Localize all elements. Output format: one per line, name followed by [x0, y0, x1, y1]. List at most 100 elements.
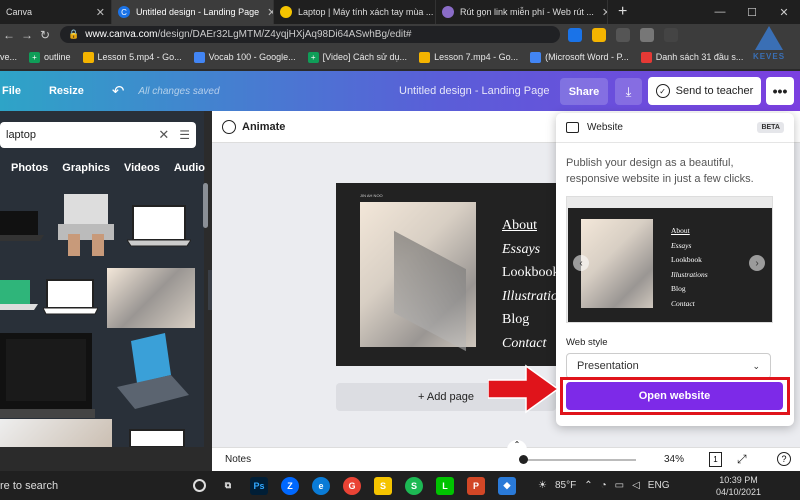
laptop-photo[interactable]: [360, 202, 476, 352]
send-to-teacher-button[interactable]: ✓ Send to teacher: [648, 77, 761, 105]
laptop-thumbnail[interactable]: [0, 276, 38, 316]
docs-icon: [530, 51, 542, 63]
more-options-icon[interactable]: •••: [766, 77, 794, 105]
drive-icon: [419, 51, 431, 63]
weather-icon[interactable]: ☀: [538, 480, 547, 491]
close-window-icon[interactable]: ✕: [768, 0, 800, 24]
maximize-icon[interactable]: ☐: [736, 0, 768, 24]
extension-icon[interactable]: [664, 27, 678, 42]
lock-icon: 🔒: [68, 29, 80, 39]
bookmark-item[interactable]: (Microsoft Word - P...: [530, 51, 629, 63]
laptop-photo-thumbnail[interactable]: [107, 268, 195, 328]
laptop-thumbnail[interactable]: [127, 202, 191, 250]
task-view-icon[interactable]: ⧉: [219, 477, 237, 495]
laptop-thumbnail[interactable]: [0, 333, 95, 418]
bookmark-label: (Microsoft Word - P...: [545, 52, 629, 62]
laptop-thumbnail[interactable]: [115, 333, 190, 418]
url-field[interactable]: 🔒 www.canva.com /design/DAEr32LgMTM/Z4yq…: [60, 26, 560, 43]
window-controls: — ☐ ✕: [704, 0, 800, 24]
extension-icon[interactable]: [640, 27, 654, 42]
page-count[interactable]: 1: [709, 452, 722, 467]
laptop-thumbnail[interactable]: [58, 194, 114, 256]
elements-panel: laptop ✕ ☰ Photos Graphics Videos Audio: [0, 111, 208, 447]
search-input[interactable]: laptop ✕ ☰: [0, 122, 196, 148]
bookmark-item[interactable]: ve...: [0, 52, 17, 62]
temperature[interactable]: 85°F: [555, 480, 576, 491]
cortana-icon[interactable]: [193, 479, 206, 492]
volume-icon[interactable]: ◁: [632, 480, 640, 491]
tab-graphics[interactable]: Graphics: [62, 162, 110, 174]
back-icon[interactable]: ←: [0, 28, 18, 42]
tab-canva[interactable]: Canva ✕: [0, 0, 112, 24]
fullscreen-icon[interactable]: ⤢: [737, 452, 747, 467]
bookmark-item[interactable]: + [Video] Cách sử dụ...: [307, 51, 407, 63]
taskbar-search[interactable]: re to search: [0, 480, 180, 492]
laptop-shape: [394, 230, 466, 352]
resize-button[interactable]: Resize: [49, 85, 84, 97]
laptop-photo-thumbnail[interactable]: [0, 419, 112, 447]
zoom-slider-handle[interactable]: [519, 455, 528, 464]
docs-icon: [193, 51, 205, 63]
tab-link-shortener[interactable]: Rút gọn link miễn phí - Web rút ... ✕: [436, 0, 608, 24]
close-tab-icon[interactable]: ✕: [88, 6, 105, 19]
panel-scrollbar[interactable]: [203, 183, 208, 228]
preview-menu: About Essays Lookbook Illustrations Blog…: [671, 224, 708, 311]
photoshop-icon[interactable]: Ps: [250, 476, 268, 495]
notes-button[interactable]: Notes: [225, 454, 251, 465]
help-icon[interactable]: ?: [777, 452, 791, 466]
undo-icon[interactable]: ↶: [112, 82, 125, 100]
preview-menu-item: Blog: [671, 284, 686, 293]
zoom-level[interactable]: 34%: [664, 454, 684, 465]
sticky-notes-icon[interactable]: S: [374, 476, 392, 495]
tab-untitled-design[interactable]: C Untitled design - Landing Page ✕: [112, 0, 274, 24]
zoom-slider[interactable]: [524, 459, 636, 461]
chevron-down-icon: ⌄: [752, 360, 760, 371]
extension-icon[interactable]: [592, 27, 606, 42]
preview-menu-item: Essays: [671, 240, 692, 250]
zalo-icon[interactable]: Z: [281, 476, 299, 495]
share-button[interactable]: Share: [560, 78, 608, 105]
minimize-icon[interactable]: —: [704, 0, 736, 24]
chrome-icon[interactable]: G: [343, 476, 361, 495]
laptop-thumbnail[interactable]: [43, 278, 98, 318]
tray-expand-icon[interactable]: ⌃: [584, 480, 592, 491]
browser-tab-strip: Canva ✕ C Untitled design - Landing Page…: [0, 0, 800, 24]
design-title[interactable]: Untitled design - Landing Page: [399, 85, 549, 97]
file-menu-button[interactable]: File: [2, 85, 21, 97]
download-icon[interactable]: ⤓: [615, 78, 642, 105]
extension-icon[interactable]: [616, 27, 630, 42]
preview-prev-icon[interactable]: ‹: [573, 255, 589, 271]
line-icon[interactable]: L: [436, 476, 454, 495]
tab-videos[interactable]: Videos: [124, 162, 160, 174]
close-tab-icon[interactable]: ✕: [259, 6, 273, 19]
language-indicator[interactable]: ENG: [648, 480, 670, 491]
check-circle-icon: ✓: [655, 84, 670, 98]
preview-next-icon[interactable]: ›: [749, 255, 765, 271]
search-value: laptop: [6, 129, 36, 141]
battery-icon[interactable]: ▭: [615, 480, 624, 491]
laptop-thumbnail[interactable]: [0, 201, 45, 249]
laptop-thumbnail[interactable]: [126, 428, 190, 447]
web-style-select[interactable]: Presentation ⌄: [566, 353, 771, 379]
network-icon[interactable]: ◔: [601, 480, 607, 491]
edge-icon[interactable]: e: [312, 476, 330, 495]
clock[interactable]: 10:39 PM 04/10/2021: [716, 474, 761, 498]
app-icon[interactable]: ◆: [498, 476, 516, 495]
tab-laptop[interactable]: Laptop | Máy tính xách tay mùa ... ✕: [274, 0, 436, 24]
forward-icon[interactable]: →: [18, 28, 36, 42]
clear-search-icon[interactable]: ✕: [158, 127, 169, 143]
extension-icon[interactable]: [568, 27, 582, 42]
powerpoint-icon[interactable]: P: [467, 476, 485, 495]
spotify-icon[interactable]: S: [405, 476, 423, 495]
tab-audio[interactable]: Audio: [174, 162, 205, 174]
bookmark-item[interactable]: Lesson 7.mp4 - Go...: [419, 51, 518, 63]
bookmark-item[interactable]: Vocab 100 - Google...: [193, 51, 296, 63]
filter-icon[interactable]: ☰: [179, 128, 190, 142]
tab-photos[interactable]: Photos: [11, 162, 48, 174]
bookmark-item[interactable]: + outline: [29, 51, 71, 63]
new-tab-button[interactable]: +: [608, 0, 637, 24]
bookmark-item[interactable]: Lesson 5.mp4 - Go...: [82, 51, 182, 63]
close-tab-icon[interactable]: ✕: [594, 6, 607, 19]
bookmark-item[interactable]: Danh sách 31 đầu s...: [640, 51, 743, 63]
reload-icon[interactable]: ↻: [36, 28, 54, 42]
